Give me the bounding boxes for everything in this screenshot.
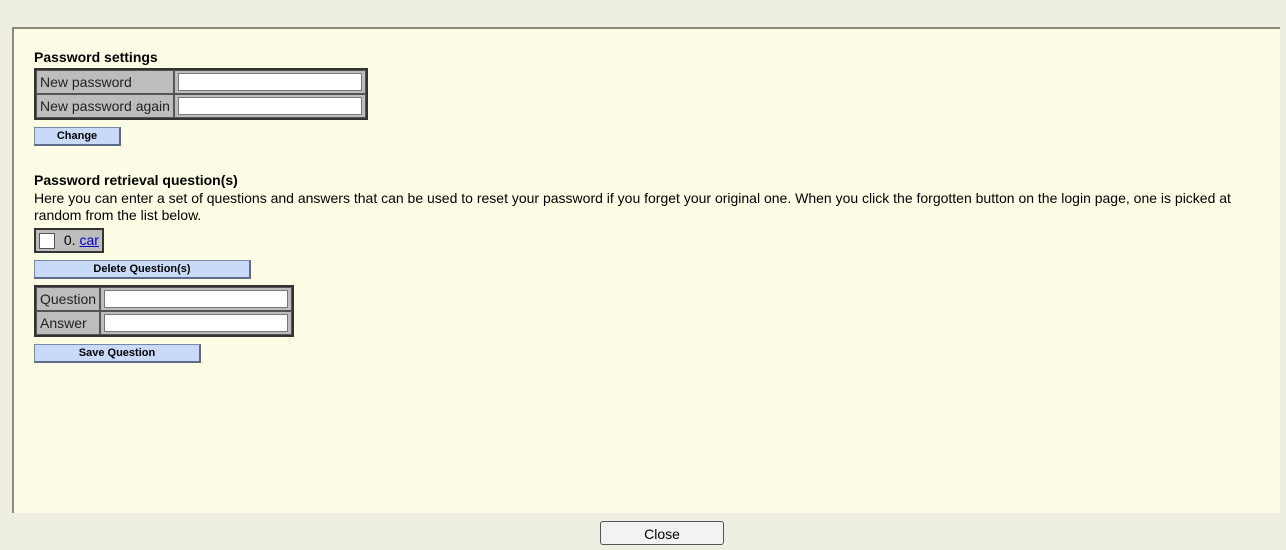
top-strip — [0, 0, 1286, 26]
question-link[interactable]: car — [79, 232, 98, 248]
close-button[interactable]: Close — [600, 521, 724, 545]
answer-input[interactable] — [104, 314, 289, 333]
change-button[interactable]: Change — [34, 127, 121, 146]
new-password-input[interactable] — [177, 73, 362, 91]
question-number: 0. — [63, 232, 76, 248]
settings-panel: Password settings New password New passw… — [12, 27, 1280, 513]
answer-row: Answer — [36, 311, 293, 336]
question-list-item: 0. car — [34, 228, 104, 254]
new-password-again-row: New password again — [36, 94, 366, 118]
new-password-label: New password — [36, 70, 174, 94]
password-settings-heading: Password settings — [34, 49, 158, 65]
password-form-table: New password New password again — [34, 68, 368, 120]
new-password-cell — [173, 70, 366, 94]
question-form-table: Question Answer — [34, 285, 295, 338]
new-password-row: New password — [36, 70, 366, 94]
new-password-again-cell — [173, 94, 366, 118]
answer-cell — [100, 311, 293, 336]
question-input[interactable] — [104, 290, 289, 309]
question-cell — [100, 287, 293, 312]
question-row: Question — [36, 287, 293, 312]
question-label: Question — [36, 287, 101, 312]
question-checkbox[interactable] — [39, 233, 55, 250]
save-question-button[interactable]: Save Question — [34, 344, 201, 364]
new-password-again-label: New password again — [36, 94, 174, 118]
delete-questions-button[interactable]: Delete Question(s) — [34, 260, 251, 280]
retrieval-heading: Password retrieval question(s) — [34, 172, 238, 188]
answer-label: Answer — [36, 311, 101, 336]
retrieval-description: Here you can enter a set of questions an… — [34, 190, 1231, 223]
new-password-again-input[interactable] — [177, 97, 362, 115]
panel-content: Password settings New password New passw… — [34, 49, 1234, 364]
